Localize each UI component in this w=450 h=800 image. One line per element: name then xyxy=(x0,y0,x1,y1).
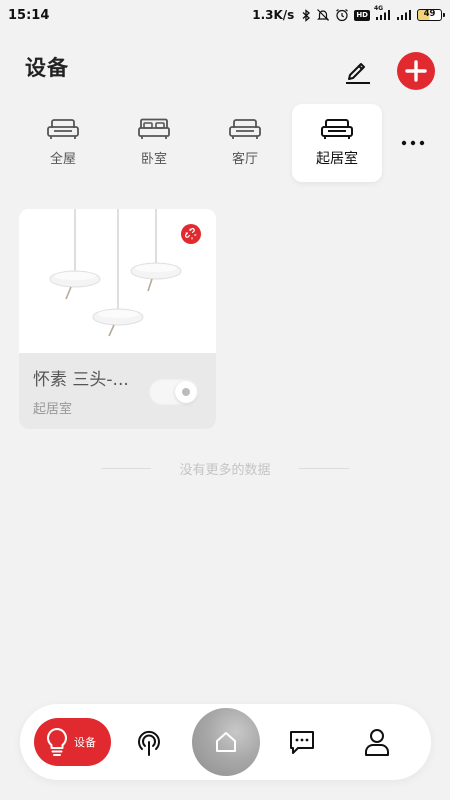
signal-icon xyxy=(396,9,412,21)
device-card[interactable]: 怀素 三头-... 起居室 xyxy=(19,209,216,429)
home-icon xyxy=(216,732,236,752)
bulb-icon xyxy=(47,728,67,756)
tab-label: 卧室 xyxy=(140,152,167,167)
tab-whole-house[interactable]: 全屋 xyxy=(18,104,108,182)
nav-home-button[interactable] xyxy=(192,708,260,776)
pen-icon xyxy=(346,63,370,84)
alarm-icon xyxy=(335,8,349,22)
status-time: 15:14 xyxy=(8,7,50,23)
bottom-nav: 设备 xyxy=(20,704,431,780)
pendant-lamp-image xyxy=(19,209,216,353)
more-rooms-button[interactable] xyxy=(396,130,430,156)
edit-button[interactable] xyxy=(340,54,374,88)
broadcast-icon xyxy=(138,730,160,756)
nav-messages-button[interactable] xyxy=(282,704,322,780)
mute-bell-icon xyxy=(316,8,330,22)
device-info: 怀素 三头-... 起居室 xyxy=(19,353,216,429)
room-tabs: 全屋 卧室 客厅 起居室 xyxy=(0,104,450,196)
unlink-icon xyxy=(181,224,201,244)
add-device-button[interactable] xyxy=(397,52,435,90)
tab-label: 全屋 xyxy=(49,152,76,167)
sofa-icon xyxy=(321,119,353,139)
nav-scenes-button[interactable] xyxy=(128,704,170,780)
tab-living-room[interactable]: 客厅 xyxy=(200,104,290,182)
bluetooth-icon xyxy=(302,8,311,22)
no-more-data-text: 没有更多的数据 xyxy=(179,463,271,478)
signal-icon: 4G xyxy=(374,5,391,21)
device-name: 怀素 三头-... xyxy=(33,370,129,390)
divider xyxy=(299,468,349,469)
bed-icon xyxy=(138,118,170,139)
device-page: 15:14 1.3K/s HD 4G 49 设备 全屋 卧室 客厅 起居室 怀素… xyxy=(0,0,450,800)
status-icons: 1.3K/s HD 4G 49 xyxy=(252,5,445,22)
more-dots-icon xyxy=(401,140,425,146)
tab-label: 客厅 xyxy=(231,152,258,167)
page-title: 设备 xyxy=(25,56,69,80)
hd-icon: HD xyxy=(354,9,370,21)
sofa-icon xyxy=(47,119,79,139)
sofa-icon xyxy=(229,119,261,139)
message-icon xyxy=(290,731,314,754)
user-icon xyxy=(365,729,389,756)
net-speed: 1.3K/s xyxy=(252,8,295,22)
toggle-knob xyxy=(175,381,197,403)
tab-label: 起居室 xyxy=(316,151,358,167)
plus-icon xyxy=(405,60,427,82)
end-of-list-note: 没有更多的数据 xyxy=(0,458,450,478)
tab-family-room[interactable]: 起居室 xyxy=(292,104,382,182)
nav-devices-button[interactable]: 设备 xyxy=(34,718,111,766)
status-bar: 15:14 1.3K/s HD 4G 49 xyxy=(0,0,450,30)
battery-icon: 49 xyxy=(417,9,445,21)
header: 设备 xyxy=(0,44,450,100)
device-power-toggle[interactable] xyxy=(149,379,199,405)
nav-devices-label: 设备 xyxy=(74,736,96,749)
tab-bedroom[interactable]: 卧室 xyxy=(109,104,199,182)
device-room: 起居室 xyxy=(33,402,73,417)
nav-profile-button[interactable] xyxy=(357,704,397,780)
network-type: 4G xyxy=(374,5,384,12)
